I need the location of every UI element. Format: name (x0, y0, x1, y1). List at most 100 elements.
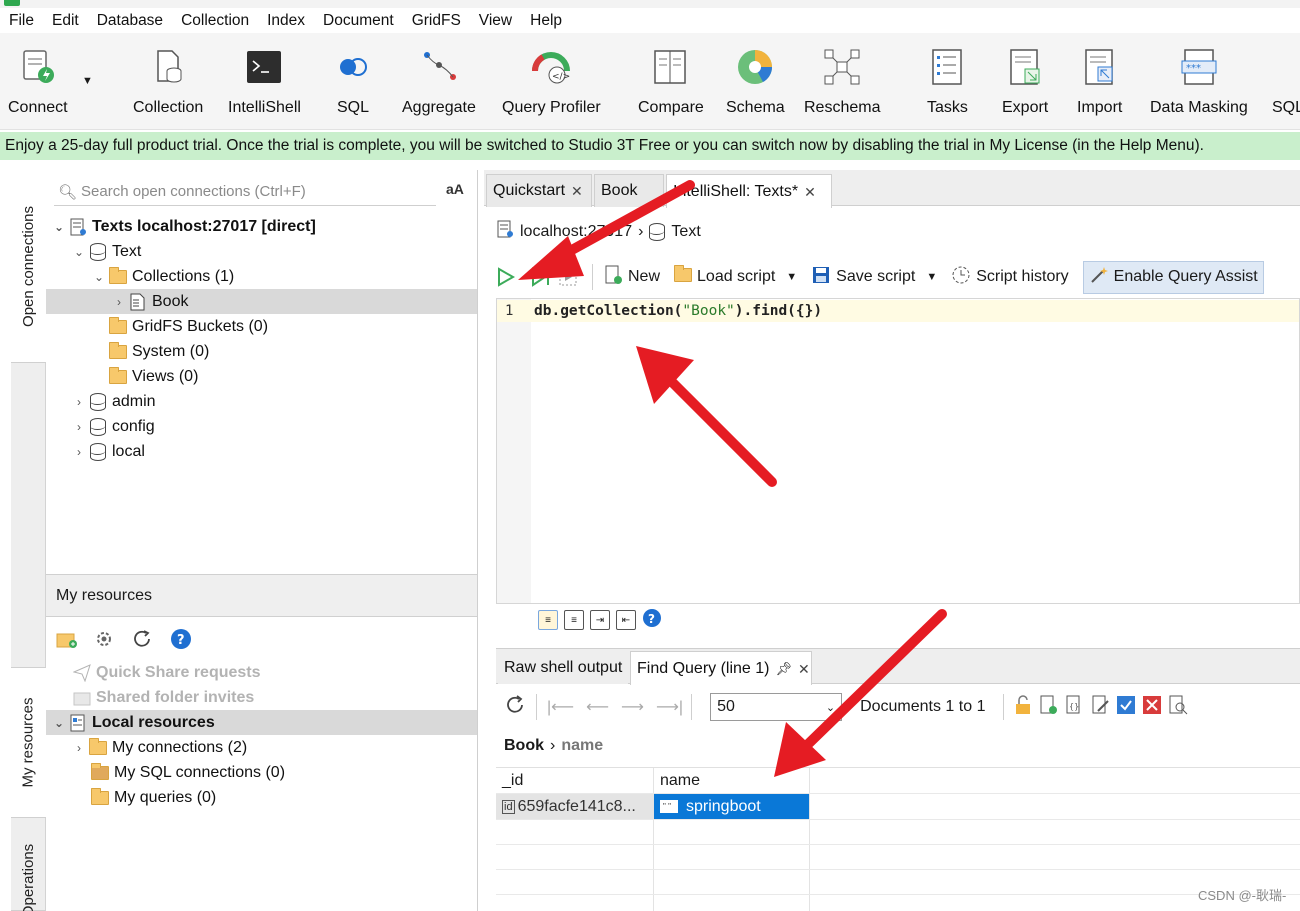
prev-page-icon[interactable]: ⟵ (586, 697, 609, 717)
export-button[interactable]: Export (1002, 45, 1048, 117)
schema-button[interactable]: Schema (726, 45, 785, 117)
code-format-icon[interactable]: ≡ (538, 610, 558, 630)
tree-db-config[interactable]: › config (72, 414, 155, 439)
menu-document[interactable]: Document (314, 12, 403, 30)
match-case-button[interactable]: aA (446, 181, 464, 197)
query-profiler-button[interactable]: </> Query Profiler (502, 45, 601, 117)
breadcrumb-host[interactable]: localhost:27017 (520, 223, 632, 241)
menu-help[interactable]: Help (521, 12, 571, 30)
tab-my-resources[interactable]: My resources (11, 668, 46, 818)
tree-views[interactable]: Views (0) (106, 364, 198, 389)
close-icon[interactable]: ✕ (798, 653, 810, 685)
help-icon[interactable]: ? (642, 608, 662, 632)
connect-dropdown-icon[interactable]: ▼ (82, 75, 93, 87)
script-history-button[interactable]: Script history (951, 265, 1069, 290)
edit-json-icon[interactable]: {} (1064, 695, 1084, 720)
load-script-button[interactable]: Load script ▼ (674, 264, 797, 287)
chevron-right-icon[interactable]: › (72, 445, 86, 459)
lock-icon[interactable] (1014, 694, 1032, 720)
chevron-down-icon[interactable]: ▼ (926, 271, 937, 283)
collection-button[interactable]: Collection (133, 45, 203, 117)
pin-icon[interactable]: 📌︎ (776, 653, 793, 685)
first-page-icon[interactable]: |⟵ (547, 697, 574, 717)
connect-button[interactable]: Connect (8, 45, 68, 117)
tab-operations[interactable]: Operations (11, 818, 46, 911)
delete-icon[interactable] (1142, 695, 1162, 720)
aggregate-button[interactable]: Aggregate (402, 45, 476, 117)
script-editor[interactable]: 1 db.getCollection("Book").find({}) (496, 298, 1300, 604)
table-cell-id[interactable]: id 659facfe141c8... (496, 794, 653, 819)
validate-icon[interactable] (1116, 695, 1136, 720)
add-document-icon[interactable] (1038, 695, 1058, 720)
next-page-icon[interactable]: ⟶ (621, 697, 644, 717)
close-icon[interactable]: ✕ (571, 175, 583, 207)
reschema-button[interactable]: Reschema (804, 45, 880, 117)
tab-intellishell[interactable]: IntelliShell: Texts* ✕ (666, 174, 832, 208)
tab-raw-shell-output[interactable]: Raw shell output (498, 651, 628, 684)
sql-button[interactable]: SQL (333, 45, 373, 117)
tree-my-queries[interactable]: My queries (0) (88, 785, 216, 810)
tree-my-sql-connections[interactable]: My SQL connections (0) (88, 760, 285, 785)
help-icon[interactable]: ? (170, 628, 192, 654)
refresh-icon[interactable] (504, 694, 526, 721)
align-icon[interactable]: ≡ (564, 610, 584, 630)
menu-gridfs[interactable]: GridFS (403, 12, 470, 30)
breadcrumb-db[interactable]: Text (671, 223, 700, 241)
tab-book[interactable]: Book (594, 174, 664, 207)
refresh-icon[interactable] (132, 629, 154, 653)
settings-icon[interactable] (94, 629, 116, 653)
chevron-down-icon[interactable]: ⌄ (92, 270, 106, 284)
chevron-right-icon[interactable]: › (72, 420, 86, 434)
quick-share-requests[interactable]: Quick Share requests (70, 660, 261, 685)
enable-query-assist-button[interactable]: Enable Query Assist (1082, 260, 1264, 294)
save-script-button[interactable]: Save script ▼ (811, 265, 937, 290)
tree-collections[interactable]: ⌄ Collections (1) (92, 264, 234, 289)
table-cell-name[interactable]: " " springboot (654, 794, 809, 819)
code-line[interactable]: db.getCollection("Book").find({}) (534, 303, 822, 319)
shared-folder-invites[interactable]: Shared folder invites (70, 685, 254, 710)
data-masking-button[interactable]: *** Data Masking (1150, 45, 1248, 117)
last-page-icon[interactable]: ⟶| (656, 697, 683, 717)
menu-collection[interactable]: Collection (172, 12, 258, 30)
tree-system[interactable]: System (0) (106, 339, 209, 364)
compare-button[interactable]: Compare (638, 45, 704, 117)
menu-database[interactable]: Database (88, 12, 172, 30)
page-size-select[interactable]: 50 ⌄ (710, 693, 843, 721)
tasks-button[interactable]: Tasks (927, 45, 968, 117)
close-icon[interactable]: ✕ (804, 176, 816, 208)
chevron-right-icon[interactable]: › (72, 395, 86, 409)
chevron-right-icon[interactable]: › (72, 741, 86, 755)
indent-icon[interactable]: ⇥ (590, 610, 610, 630)
tree-gridfs[interactable]: GridFS Buckets (0) (106, 314, 268, 339)
new-script-button[interactable]: New (603, 265, 660, 290)
sql-button-2[interactable]: SQL (1272, 45, 1300, 117)
intellishell-button[interactable]: IntelliShell (228, 45, 301, 117)
chevron-down-icon[interactable]: ⌄ (52, 716, 66, 730)
run-statement-button[interactable] (530, 267, 552, 287)
menu-file[interactable]: File (0, 12, 43, 30)
tree-db-admin[interactable]: › admin (72, 389, 156, 414)
tree-book[interactable]: › Book (112, 289, 188, 314)
chevron-down-icon[interactable]: ▼ (786, 271, 797, 283)
tree-local-resources[interactable]: ⌄ Local resources (52, 710, 215, 735)
outdent-icon[interactable]: ⇤ (616, 610, 636, 630)
tab-find-query[interactable]: Find Query (line 1) 📌︎ ✕ (630, 651, 812, 685)
column-header-name[interactable]: name (654, 768, 809, 793)
tab-open-connections[interactable]: Open connections (11, 170, 46, 363)
chevron-right-icon[interactable]: › (112, 295, 126, 309)
search-document-icon[interactable] (1168, 695, 1188, 720)
edit-document-icon[interactable] (1090, 695, 1110, 720)
menu-edit[interactable]: Edit (43, 12, 88, 30)
search-connections-input[interactable]: 🔍︎ Search open connections (Ctrl+F) (54, 178, 436, 206)
path-collection[interactable]: Book (504, 737, 544, 755)
run-selected-button[interactable] (558, 267, 578, 287)
tab-quickstart[interactable]: Quickstart ✕ (486, 174, 592, 207)
tree-db-local[interactable]: › local (72, 439, 145, 464)
run-button[interactable] (496, 267, 516, 287)
path-field[interactable]: name (561, 737, 603, 755)
menu-view[interactable]: View (470, 12, 521, 30)
tree-db-text[interactable]: ⌄ Text (72, 239, 141, 264)
add-folder-icon[interactable] (56, 629, 78, 653)
menu-index[interactable]: Index (258, 12, 314, 30)
chevron-down-icon[interactable]: ⌄ (72, 245, 86, 259)
